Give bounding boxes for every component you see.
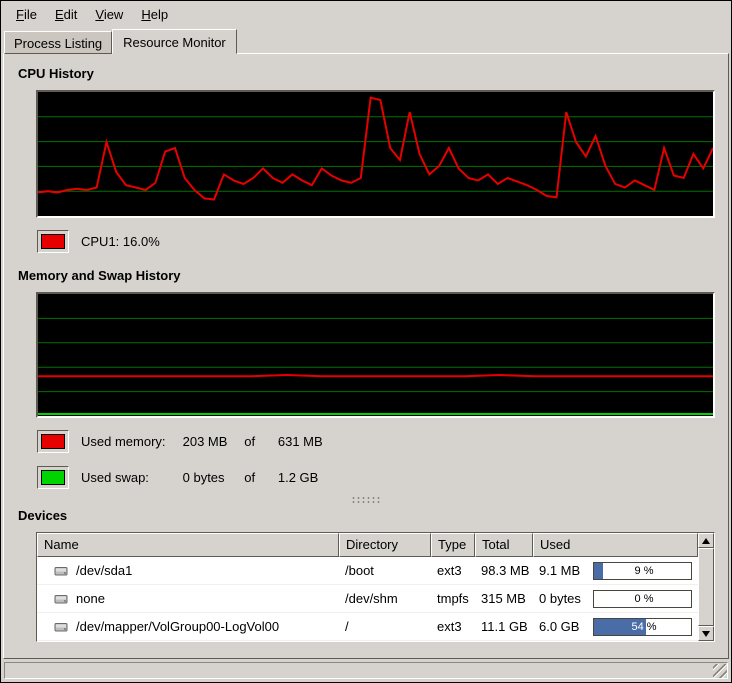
device-name: /dev/mapper/VolGroup00-LogVol00 <box>76 619 279 634</box>
device-used: 6.0 GB <box>533 619 587 634</box>
memory-history-chart <box>38 294 713 416</box>
devices-table-header: Name Directory Type Total Used <box>37 533 698 557</box>
swap-total-value: 1.2 GB <box>278 470 318 485</box>
menubar: File Edit View Help <box>1 1 731 28</box>
usage-progressbar: 0 % 0 % <box>593 590 692 608</box>
memory-color-swatch <box>37 430 69 453</box>
scrollbar-thumb[interactable] <box>698 548 714 626</box>
device-directory: / <box>339 619 431 634</box>
memory-history-title: Memory and Swap History <box>18 268 715 283</box>
cpu-legend: CPU1: 16.0% <box>37 228 715 254</box>
memory-history-graph <box>36 292 715 418</box>
swap-color-swatch <box>37 466 69 489</box>
drive-icon <box>53 591 69 607</box>
cpu-color-swatch <box>37 230 69 253</box>
cpu-color <box>41 234 65 249</box>
cpu-legend-label: CPU1: 16.0% <box>81 234 160 249</box>
device-name: /dev/sda1 <box>76 563 132 578</box>
usage-percent-label: 9 % <box>594 563 603 579</box>
device-directory: /boot <box>339 563 431 578</box>
device-total: 315 MB <box>475 591 533 606</box>
scrollbar-track[interactable] <box>698 548 714 626</box>
pane-splitter[interactable] <box>351 496 381 504</box>
device-used: 9.1 MB <box>533 563 587 578</box>
resize-grip[interactable] <box>713 664 727 678</box>
memory-label: Used memory: <box>81 434 179 449</box>
memory-color <box>41 434 65 449</box>
swap-label: Used swap: <box>81 470 179 485</box>
memory-used-value: 203 MB <box>183 434 241 449</box>
memory-of-label: of <box>244 434 274 449</box>
device-type: ext3 <box>431 619 475 634</box>
device-directory: /dev/shm <box>339 591 431 606</box>
devices-table: Name Directory Type Total Used /dev/sda1… <box>37 533 698 641</box>
devices-table-frame: Name Directory Type Total Used /dev/sda1… <box>36 532 715 642</box>
cpu-history-chart <box>38 92 713 216</box>
arrow-up-icon <box>702 538 710 544</box>
device-name: none <box>76 591 105 606</box>
cpu-history-title: CPU History <box>18 66 715 81</box>
arrow-down-icon <box>702 631 710 637</box>
column-header-used[interactable]: Used <box>533 533 698 557</box>
usage-progressbar: 54 % 54 % <box>593 618 692 636</box>
scroll-down-button[interactable] <box>698 626 714 641</box>
tab-resource-monitor[interactable]: Resource Monitor <box>112 29 237 54</box>
menu-edit[interactable]: Edit <box>46 4 86 25</box>
swap-of-label: of <box>244 470 274 485</box>
usage-progressbar: 9 % 9 % <box>593 562 692 580</box>
system-monitor-window: File Edit View Help Process Listing Reso… <box>0 0 732 683</box>
tab-bar: Process Listing Resource Monitor <box>1 28 731 53</box>
devices-scrollbar <box>698 533 714 641</box>
menu-view[interactable]: View <box>86 4 132 25</box>
memory-legend-label: Used memory: 203 MB of 631 MB <box>81 434 323 449</box>
swap-legend-label: Used swap: 0 bytes of 1.2 GB <box>81 470 318 485</box>
device-type: ext3 <box>431 563 475 578</box>
usage-percent-label: 54 % <box>594 619 646 635</box>
drive-icon <box>53 563 69 579</box>
tab-label: Process Listing <box>14 36 102 51</box>
column-header-directory[interactable]: Directory <box>339 533 431 557</box>
usage-percent-label: 9 % <box>594 563 692 579</box>
usage-percent-label: 0 % <box>594 591 692 607</box>
device-type: tmpfs <box>431 591 475 606</box>
resource-monitor-page: CPU History CPU1: 16.0% Memory and Swap … <box>3 53 729 659</box>
device-total: 98.3 MB <box>475 563 533 578</box>
scroll-up-button[interactable] <box>698 533 714 548</box>
swap-color <box>41 470 65 485</box>
menu-file[interactable]: File <box>7 4 46 25</box>
swap-legend: Used swap: 0 bytes of 1.2 GB <box>37 464 715 490</box>
swap-used-value: 0 bytes <box>183 470 241 485</box>
memory-legend: Used memory: 203 MB of 631 MB <box>37 428 715 454</box>
device-used: 0 bytes <box>533 591 587 606</box>
table-row[interactable]: /dev/sda1 /boot ext3 98.3 MB 9.1 MB 9 % … <box>37 557 698 585</box>
devices-title: Devices <box>18 508 715 523</box>
menu-help[interactable]: Help <box>132 4 177 25</box>
table-row[interactable]: none /dev/shm tmpfs 315 MB 0 bytes 0 % 0… <box>37 585 698 613</box>
table-row[interactable]: /dev/mapper/VolGroup00-LogVol00 / ext3 1… <box>37 613 698 641</box>
tab-process-listing[interactable]: Process Listing <box>4 31 112 54</box>
cpu-history-graph <box>36 90 715 218</box>
statusbar <box>4 662 728 679</box>
memory-total-value: 631 MB <box>278 434 323 449</box>
column-header-total[interactable]: Total <box>475 533 533 557</box>
column-header-type[interactable]: Type <box>431 533 475 557</box>
column-header-name[interactable]: Name <box>37 533 339 557</box>
tab-label: Resource Monitor <box>123 35 226 50</box>
drive-icon <box>53 619 69 635</box>
device-total: 11.1 GB <box>475 619 533 634</box>
